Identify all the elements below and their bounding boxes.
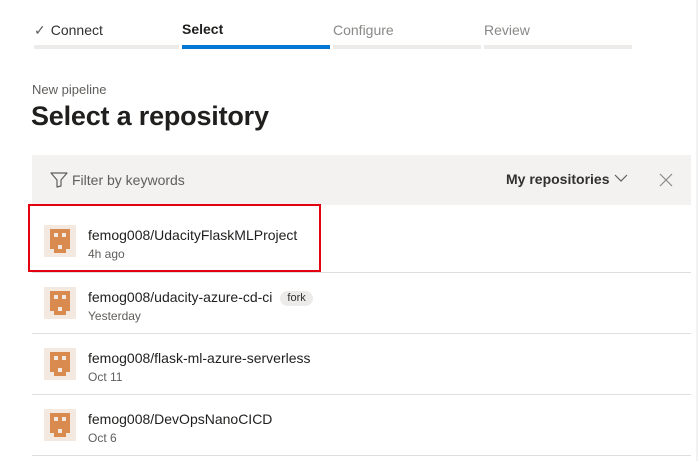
page-kicker: New pipeline [32,82,107,97]
fork-badge: fork [280,291,313,306]
identicon-avatar [44,409,76,441]
step-configure-bar [333,45,481,49]
scope-dropdown[interactable]: My repositories [506,171,609,187]
step-connect-bar [34,45,179,49]
repository-name-wrap: femog008/udacity-azure-cd-ci fork [88,289,313,306]
step-review-label: Review [484,22,530,38]
close-icon[interactable] [659,173,673,187]
step-review-bar [484,45,632,49]
step-connect-label: ✓ Connect [34,22,103,38]
identicon-avatar [44,225,76,257]
filter-input[interactable] [72,170,372,190]
repository-updated: Yesterday [88,309,141,323]
wizard-stepper: ✓ Connect Select Configure Review [0,0,698,56]
step-configure-label: Configure [333,22,394,38]
repository-name: femog008/UdacityFlaskMLProject [88,227,298,243]
identicon-avatar [44,348,76,380]
repository-name: femog008/udacity-azure-cd-ci [88,289,273,305]
repository-row[interactable]: femog008/UdacityFlaskMLProject 4h ago [32,205,691,273]
repository-name: femog008/DevOpsNanoCICD [88,411,273,427]
repository-updated: Oct 11 [88,370,123,384]
repository-row[interactable]: femog008/flask-ml-azure-serverless Oct 1… [32,334,691,395]
check-icon: ✓ [34,22,46,38]
repository-row[interactable]: femog008/udacity-azure-cd-ci fork Yesterd… [32,273,691,334]
identicon-avatar [44,287,76,319]
page-title: Select a repository [31,101,269,131]
filter-icon [50,172,68,188]
repository-updated: Oct 6 [88,431,117,445]
step-select-bar [182,45,330,49]
chevron-down-icon[interactable] [614,173,628,183]
repository-updated: 4h ago [88,247,125,261]
repository-list: femog008/UdacityFlaskMLProject 4h ago fe… [32,205,691,456]
repository-name: femog008/flask-ml-azure-serverless [88,350,311,366]
filter-bar: My repositories [32,155,691,205]
step-select-label: Select [182,21,224,37]
repository-row[interactable]: femog008/DevOpsNanoCICD Oct 6 [32,395,691,456]
